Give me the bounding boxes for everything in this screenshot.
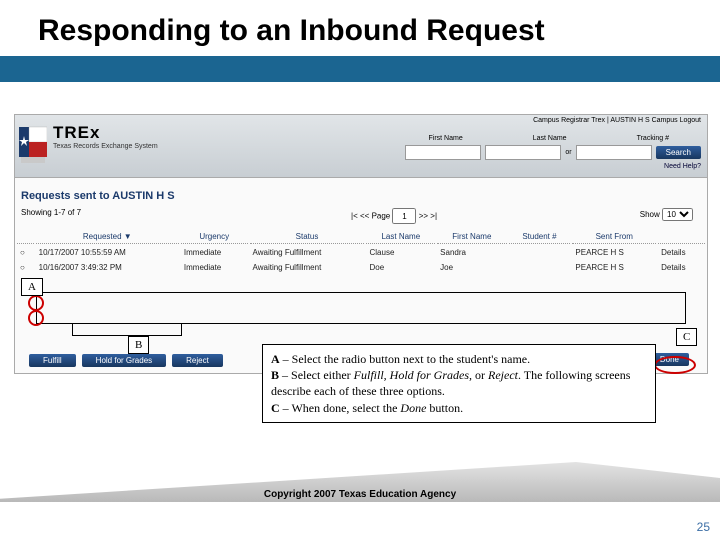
instruction-c: C – When done, select the Done button. — [271, 400, 647, 416]
table-row[interactable]: ○ 10/17/2007 10:55:59 AM Immediate Await… — [17, 246, 705, 259]
row-radio[interactable]: ○ — [17, 246, 34, 259]
col-details — [658, 230, 705, 244]
page-input[interactable] — [392, 208, 416, 224]
last-name-label: Last Name — [533, 135, 567, 142]
details-link[interactable]: Details — [658, 246, 705, 259]
search-inputs: or Search — [405, 145, 701, 160]
section-title: Requests sent to AUSTIN H S — [15, 178, 707, 204]
cell: 10/16/2007 3:49:32 PM — [36, 261, 179, 274]
table-row[interactable]: ○ 10/16/2007 3:49:32 PM Immediate Awaiti… — [17, 261, 705, 274]
cell: Joe — [437, 261, 506, 274]
col-urgency[interactable]: Urgency — [181, 230, 248, 244]
annotation-oval-done — [654, 356, 696, 374]
texas-flag-icon — [19, 121, 47, 165]
label-b: B — [128, 336, 149, 354]
show-label: Show — [640, 210, 660, 219]
table-header-row: Requested ▼ Urgency Status Last Name Fir… — [17, 230, 705, 244]
pager-next[interactable]: >> >| — [419, 212, 437, 221]
registrar-info: Campus Registrar Trex | AUSTIN H S Campu… — [533, 117, 701, 124]
pager: Showing 1-7 of 7 |< << Page >> >| Show 1… — [15, 204, 707, 228]
app-header: TREx Texas Records Exchange System Campu… — [15, 115, 707, 178]
cell: Sandra — [437, 246, 506, 259]
hold-for-grades-button[interactable]: Hold for Grades — [82, 354, 166, 367]
col-requested[interactable]: Requested ▼ — [36, 230, 179, 244]
cell: Awaiting Fulfillment — [250, 261, 365, 274]
slide-title: Responding to an Inbound Request — [38, 14, 720, 48]
or-label: or — [565, 149, 571, 156]
show-control: Show 10 — [640, 208, 693, 221]
annotation-row-box — [36, 292, 686, 324]
annotation-oval-radio-1 — [28, 295, 44, 311]
cell: Immediate — [181, 246, 248, 259]
col-student-num[interactable]: Student # — [509, 230, 571, 244]
cell: Doe — [366, 261, 435, 274]
search-labels: First Name Last Name Tracking # — [428, 135, 669, 142]
slide-title-bar: Responding to an Inbound Request — [0, 0, 720, 82]
tracking-input[interactable] — [576, 145, 652, 160]
col-status[interactable]: Status — [250, 230, 365, 244]
col-radio — [17, 230, 34, 244]
cell: Clause — [366, 246, 435, 259]
label-c: C — [676, 328, 697, 346]
search-button[interactable]: Search — [656, 146, 701, 159]
action-bar: Fulfill Hold for Grades Reject — [29, 354, 223, 367]
annotation-oval-radio-2 — [28, 310, 44, 326]
showing-count: Showing 1-7 of 7 — [21, 208, 81, 217]
logo-subtitle: Texas Records Exchange System — [19, 143, 269, 150]
cell — [509, 246, 571, 259]
first-name-input[interactable] — [405, 145, 481, 160]
app-logo: TREx Texas Records Exchange System — [19, 121, 269, 165]
label-a: A — [21, 278, 43, 296]
show-select[interactable]: 10 — [662, 208, 693, 221]
cell: 10/17/2007 10:55:59 AM — [36, 246, 179, 259]
annotation-time-box — [72, 323, 182, 336]
first-name-label: First Name — [428, 135, 462, 142]
tracking-label: Tracking # — [637, 135, 669, 142]
pager-label: Page — [372, 212, 391, 221]
details-link[interactable]: Details — [658, 261, 705, 274]
need-help-link[interactable]: Need Help? — [664, 163, 701, 170]
fulfill-button[interactable]: Fulfill — [29, 354, 76, 367]
cell: Awaiting Fulfillment — [250, 246, 365, 259]
last-name-input[interactable] — [485, 145, 561, 160]
col-sent-from[interactable]: Sent From — [572, 230, 656, 244]
col-last-name[interactable]: Last Name — [366, 230, 435, 244]
requests-table: Requested ▼ Urgency Status Last Name Fir… — [15, 228, 707, 276]
instruction-b: B – Select either Fulfill, Hold for Grad… — [271, 367, 647, 399]
cell: PEARCE H S — [572, 246, 656, 259]
pager-prev[interactable]: |< << — [351, 212, 369, 221]
reject-button[interactable]: Reject — [172, 354, 223, 367]
cell: Immediate — [181, 261, 248, 274]
row-radio[interactable]: ○ — [17, 261, 34, 274]
col-first-name[interactable]: First Name — [437, 230, 506, 244]
logo-text: TREx — [19, 123, 269, 143]
page-number: 25 — [697, 520, 710, 534]
cell — [509, 261, 571, 274]
copyright: Copyright 2007 Texas Education Agency — [0, 489, 720, 500]
instruction-a: A – Select the radio button next to the … — [271, 351, 647, 367]
cell: PEARCE H S — [572, 261, 656, 274]
instruction-box: A – Select the radio button next to the … — [262, 344, 656, 423]
